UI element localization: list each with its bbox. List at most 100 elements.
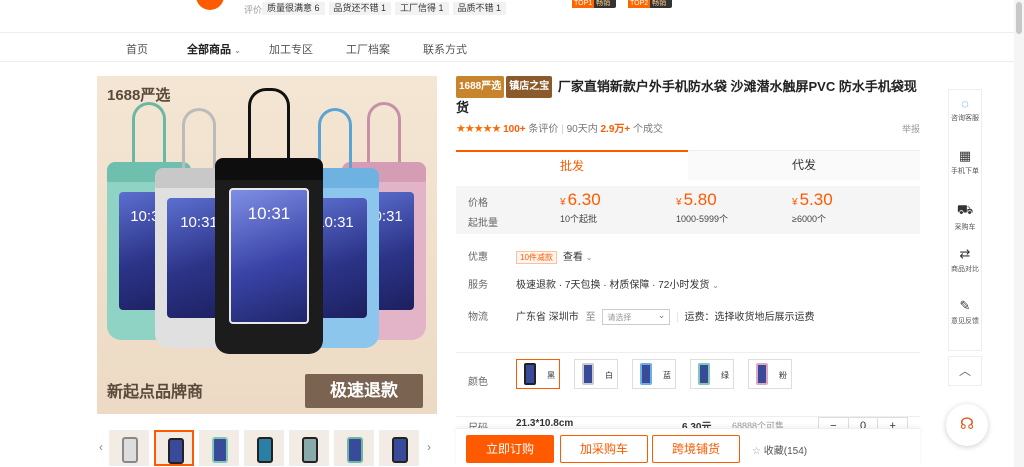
- yanxuan-badge: 1688严选: [456, 76, 505, 98]
- thumbnail[interactable]: [244, 430, 284, 466]
- sidebar-item-label: 手机下单: [951, 168, 979, 175]
- review-tag[interactable]: 品货还不错 1: [328, 2, 392, 15]
- image-caption-left: 新起点品牌商: [107, 384, 204, 401]
- sidebar-item-compare[interactable]: ⇄ 商品对比: [949, 246, 981, 274]
- color-name: 粉: [779, 371, 787, 380]
- sidebar-item-label: 采购车: [954, 224, 976, 231]
- shop-nav: 首页 全部商品 ⌄ 加工专区 工厂档案 联系方式: [0, 32, 1014, 62]
- thumbnail[interactable]: [109, 430, 149, 466]
- top-rank-badge: TOP2 畅销: [628, 0, 672, 8]
- tab-dropship[interactable]: 代发: [688, 150, 920, 180]
- sidebar-item-mobile-order[interactable]: ▦ 手机下单: [949, 148, 981, 176]
- sidebar-item-label: 商品对比: [951, 266, 979, 273]
- rank-text: 畅销: [652, 0, 667, 7]
- service-label: 服务: [468, 280, 488, 291]
- scrollbar[interactable]: [1014, 0, 1024, 467]
- view-offers-link[interactable]: 查看 ⌄: [563, 252, 592, 263]
- lanyard: [132, 102, 166, 164]
- report-link[interactable]: 举报: [902, 122, 920, 135]
- chevron-up-icon: ︿: [958, 364, 971, 378]
- chat-icon: ◌: [961, 96, 969, 111]
- back-to-top-button[interactable]: ︿: [948, 356, 982, 386]
- product-title: 1688严选 镇店之宝 厂家直销新款户外手机防水袋 沙滩潜水触屏PVC 防水手机袋…: [456, 76, 920, 118]
- color-option-black[interactable]: 黑: [516, 359, 560, 389]
- tier-qty: 1000-5999个: [676, 214, 729, 224]
- color-name: 蓝: [663, 371, 671, 380]
- sold-label: 个成交: [633, 124, 664, 135]
- buy-now-button[interactable]: 立即订购: [466, 435, 554, 463]
- view-offers-label: 查看: [562, 252, 583, 263]
- thumbnail[interactable]: [199, 430, 239, 466]
- phone-time: 10:31: [247, 204, 291, 223]
- add-to-cart-button[interactable]: 加采购车: [560, 435, 648, 463]
- service-value[interactable]: 极速退款 · 7天包换 · 材质保障 · 72小时发货 ⌄: [516, 276, 719, 291]
- cart-icon: ⛟: [956, 202, 974, 217]
- sidebar-item-customer-service[interactable]: ◌ 咨询客服: [949, 96, 981, 123]
- rank-label: TOP2: [628, 0, 651, 8]
- favorite-button[interactable]: ☆ 收藏(154): [752, 442, 807, 457]
- sidebar-item-label: 意见反馈: [951, 318, 979, 325]
- color-option-white[interactable]: 白: [574, 359, 618, 389]
- color-option-pink[interactable]: 粉: [748, 359, 792, 389]
- product-main-image[interactable]: 1688严选 10:31 10:31 10:31 10:31 10:31 新起点…: [97, 76, 437, 414]
- shipping-fee-note: 运费：选择收货地后展示运费: [684, 312, 815, 323]
- chevron-down-icon: ⌄: [712, 281, 719, 290]
- shop-header-strip: 评价 质量很满意 6 品货还不错 1 工厂信得 1 品质不错 1 TOP1 畅销…: [0, 0, 1024, 18]
- tab-wholesale[interactable]: 批发: [456, 150, 688, 180]
- image-caption-right: 极速退款: [305, 374, 423, 408]
- sidebar-item-feedback[interactable]: ✎ 意见反馈: [949, 298, 981, 326]
- thumbnail[interactable]: [154, 430, 194, 466]
- review-tag[interactable]: 工厂信得 1: [395, 2, 449, 15]
- nav-all-products-label: 全部商品: [187, 44, 231, 56]
- nav-home[interactable]: 首页: [126, 41, 148, 57]
- shop-logo[interactable]: [196, 0, 224, 10]
- tier-qty: ≥6000个: [792, 214, 826, 224]
- color-option-blue[interactable]: 蓝: [632, 359, 676, 389]
- color-thumb: [756, 363, 768, 385]
- review-count[interactable]: 100+: [503, 124, 526, 135]
- color-name: 白: [605, 371, 613, 380]
- compare-icon: ⇄: [959, 246, 971, 261]
- logistics-label: 物流: [468, 312, 488, 323]
- rating-stars: ★★★★★: [456, 123, 501, 135]
- price-tier: ¥5.30 ≥6000个: [792, 190, 833, 225]
- lanyard: [248, 88, 290, 158]
- favorite-label: 收藏: [763, 446, 784, 457]
- cross-border-button[interactable]: 跨境铺货: [652, 435, 740, 463]
- rating-label: 评价: [244, 5, 263, 15]
- promo-badge: 10件减款: [516, 251, 557, 264]
- thumbnail[interactable]: [289, 430, 329, 466]
- chevron-right-icon[interactable]: ›: [427, 440, 431, 454]
- nav-processing[interactable]: 加工专区: [269, 41, 313, 57]
- thumbnail[interactable]: [379, 430, 419, 466]
- pouch-black: 10:31: [215, 88, 323, 354]
- brand-label: 1688严选: [107, 87, 171, 104]
- destination-select[interactable]: 请选择 ⌄: [602, 309, 671, 326]
- product-info-panel: 1688严选 镇店之宝 厂家直销新款户外手机防水袋 沙滩潜水触屏PVC 防水手机袋…: [456, 76, 920, 435]
- price-tier: ¥6.30 10个起批: [560, 190, 601, 225]
- help-assistant-button[interactable]: ☊: [946, 404, 988, 446]
- nav-contact[interactable]: 联系方式: [423, 41, 467, 57]
- color-label: 颜色: [468, 377, 488, 388]
- review-tag[interactable]: 品质不错 1: [452, 2, 507, 15]
- seal-strip: [215, 158, 323, 180]
- thumbnail[interactable]: [334, 430, 374, 466]
- action-bar: 立即订购 加采购车 跨境铺货 ☆ 收藏(154): [456, 428, 920, 467]
- review-tag[interactable]: 质量很满意 6: [262, 2, 325, 15]
- lanyard: [182, 108, 216, 170]
- scrollbar-thumb[interactable]: [1016, 2, 1022, 34]
- lanyard: [367, 102, 401, 164]
- chevron-left-icon[interactable]: ‹: [99, 440, 103, 454]
- nav-all-products[interactable]: 全部商品 ⌄: [187, 41, 241, 57]
- moq-label: 起批量: [468, 218, 498, 229]
- origin-location: 广东省 深圳市: [516, 312, 579, 323]
- sidebar-item-label: 咨询客服: [951, 115, 979, 122]
- sidebar-item-cart[interactable]: ⛟ 采购车: [949, 202, 981, 232]
- currency-symbol: ¥: [792, 197, 798, 208]
- lanyard: [318, 108, 352, 170]
- color-name: 黑: [547, 371, 555, 380]
- top-rank-badge: TOP1 畅销: [572, 0, 616, 8]
- color-option-green[interactable]: 绿: [690, 359, 734, 389]
- color-thumb: [698, 363, 710, 385]
- nav-factory[interactable]: 工厂档案: [346, 41, 390, 57]
